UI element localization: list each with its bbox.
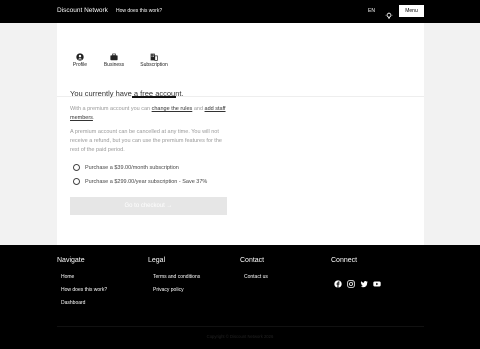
checkout-button[interactable]: Go to checkout → <box>70 197 227 215</box>
top-navbar: Discount Network How does this work? EN … <box>0 0 480 23</box>
instagram-icon[interactable] <box>347 275 355 288</box>
footer-navigate-heading: Navigate <box>57 257 85 264</box>
footer-link-home[interactable]: Home <box>61 274 74 280</box>
nav-how-it-works-link[interactable]: How does this work? <box>116 8 162 14</box>
facebook-icon[interactable] <box>334 275 342 288</box>
account-card: Profile Business Subscription You curren… <box>57 23 424 245</box>
brand-logo[interactable]: Discount Network <box>57 7 108 14</box>
tab-business-label: Business <box>103 62 125 68</box>
user-icon <box>76 48 84 61</box>
yearly-plan-option[interactable]: Purchase a $299.00/year subscription - S… <box>73 178 207 185</box>
social-links <box>334 275 381 288</box>
footer-connect-heading: Connect <box>331 257 358 264</box>
menu-button[interactable]: Menu <box>399 5 424 17</box>
change-rules-link[interactable]: change the rules <box>152 106 193 112</box>
site-footer: Navigate Home How does this work? Dashbo… <box>0 245 480 349</box>
footer-link-contact-us[interactable]: Contact us <box>244 274 268 280</box>
tab-subscription-label: Subscription <box>140 62 168 68</box>
yearly-plan-radio[interactable] <box>73 178 80 185</box>
building-icon <box>150 48 158 61</box>
youtube-icon[interactable] <box>373 275 381 287</box>
footer-link-terms[interactable]: Terms and conditions <box>153 274 200 280</box>
premium-intro-text: With a premium account you can change th… <box>70 105 228 123</box>
subscription-status-title: You currently have a free account. <box>70 89 184 98</box>
footer-contact-heading: Contact <box>240 257 265 264</box>
footer-divider <box>57 326 424 327</box>
intro-mid: and <box>192 106 205 112</box>
monthly-plan-option[interactable]: Purchase a $39.00/month subscription <box>73 164 179 171</box>
monthly-plan-label: Purchase a $39.00/month subscription <box>85 164 179 171</box>
footer-link-privacy[interactable]: Privacy policy <box>153 287 184 293</box>
cancellation-policy-text: A premium account can be cancelled at an… <box>70 129 222 153</box>
language-selector[interactable]: EN <box>368 8 375 14</box>
footer-link-dashboard[interactable]: Dashboard <box>61 300 85 306</box>
copyright-text: Copyright © Discount Network 2026 <box>206 334 274 339</box>
tab-profile-label: Profile <box>72 62 88 68</box>
yearly-plan-label: Purchase a $299.00/year subscription - S… <box>85 178 208 185</box>
intro-prefix: With a premium account you can <box>70 106 152 112</box>
footer-link-how-it-works[interactable]: How does this work? <box>61 287 107 293</box>
briefcase-icon <box>110 48 118 61</box>
intro-suffix: . <box>92 115 95 121</box>
footer-legal-heading: Legal <box>148 257 166 264</box>
lightbulb-icon[interactable] <box>385 7 393 19</box>
twitter-icon[interactable] <box>360 275 368 288</box>
monthly-plan-radio[interactable] <box>73 164 80 171</box>
